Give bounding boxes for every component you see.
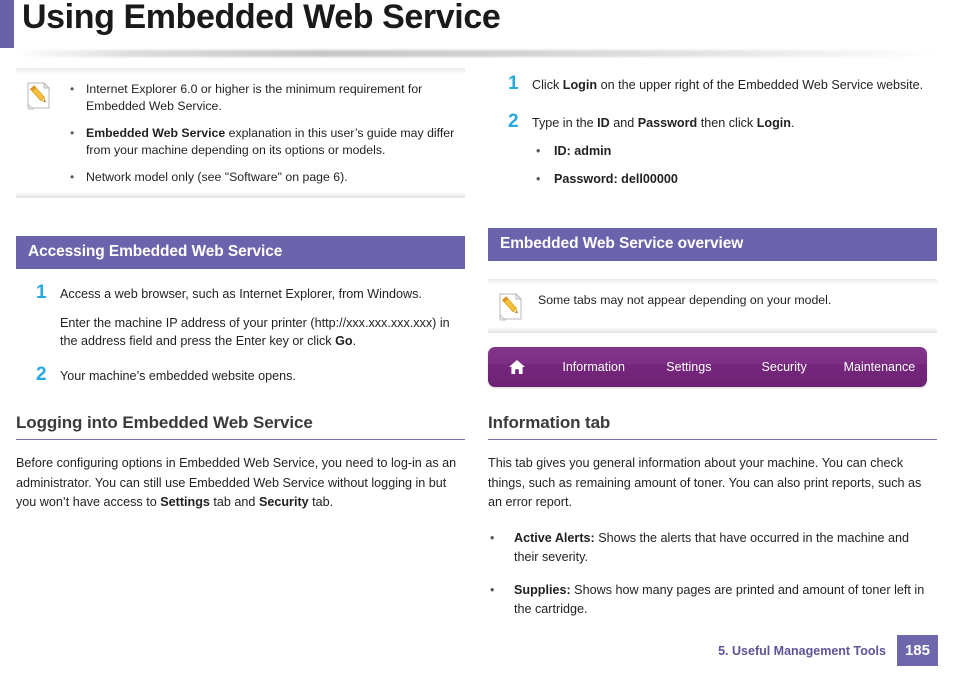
list-item-text: Shows how many pages are printed and amo…	[514, 582, 925, 616]
note-emphasis: Embedded Web Service	[86, 126, 226, 140]
paragraph-part: tab and	[209, 495, 259, 509]
ews-tab-bar: Information Settings Security Maintenanc…	[488, 347, 927, 387]
section-heading-accessing: Accessing Embedded Web Service	[16, 236, 465, 269]
credential-item-password: • Password: dell00000	[532, 170, 937, 188]
list-item-label: Active Alerts:	[514, 530, 595, 545]
step-text-part: then click	[697, 115, 757, 130]
bullet-glyph: •	[536, 172, 541, 186]
step-text-bold: Go	[335, 334, 353, 348]
information-feature-list: • Active Alerts: Shows the alerts that h…	[488, 529, 937, 619]
home-icon[interactable]	[488, 359, 546, 375]
list-item: • Active Alerts: Shows the alerts that h…	[488, 529, 937, 567]
note-item: • Embedded Web Service explanation in th…	[64, 125, 461, 159]
ews-tab-security[interactable]: Security	[737, 360, 832, 374]
ews-tab-maintenance[interactable]: Maintenance	[832, 360, 927, 374]
step-number: 2	[36, 363, 47, 385]
steps-accessing: 1 Access a web browser, such as Internet…	[16, 282, 465, 386]
footer-page-number: 185	[896, 635, 938, 666]
sub-heading-logging-in: Logging into Embedded Web Service	[16, 413, 465, 440]
section-heading-overview: Embedded Web Service overview	[488, 228, 937, 261]
note-pencil-icon	[498, 292, 524, 321]
step-text: Click Login on the upper right of the Em…	[532, 76, 937, 95]
note-item-text: Network model only (see "Software" on pa…	[86, 170, 348, 184]
bullet-glyph: •	[70, 170, 75, 184]
step-item: 2 Type in the ID and Password then click…	[488, 110, 937, 189]
step-number: 1	[36, 282, 47, 303]
ews-tab-settings[interactable]: Settings	[641, 360, 736, 374]
step-text: Access a web browser, such as Internet E…	[60, 287, 422, 301]
note-item: • Internet Explorer 6.0 or higher is the…	[64, 81, 461, 115]
credential-text: Password: dell00000	[554, 172, 678, 186]
credential-list: • ID: admin • Password: dell00000	[532, 142, 937, 188]
note-item: • Network model only (see "Software" on …	[64, 169, 461, 186]
step-number: 2	[508, 110, 519, 132]
note-box-tabs: Some tabs may not appear depending on yo…	[488, 279, 937, 333]
step-number: 1	[508, 73, 519, 94]
note-text: Some tabs may not appear depending on yo…	[538, 293, 832, 307]
title-accent-bar	[0, 0, 14, 48]
note-bullet-list: • Internet Explorer 6.0 or higher is the…	[64, 81, 461, 186]
step-text: Your machine’s embedded website opens.	[60, 368, 296, 383]
bullet-glyph: •	[70, 82, 75, 96]
page-footer: 5. Useful Management Tools 185	[718, 635, 938, 666]
steps-login: 1 Click Login on the upper right of the …	[488, 73, 937, 189]
left-column: • Internet Explorer 6.0 or higher is the…	[16, 68, 465, 513]
note-item-text: Internet Explorer 6.0 or higher is the m…	[86, 82, 423, 113]
bullet-glyph: •	[490, 530, 495, 545]
step-text-part: Enter the machine IP address of your pri…	[60, 315, 450, 349]
step-text-bold: ID	[597, 115, 610, 130]
step-text: Type in the ID and Password then click L…	[532, 114, 937, 133]
step-text-secondary: Enter the machine IP address of your pri…	[60, 314, 465, 351]
bullet-glyph: •	[536, 144, 541, 158]
step-text-bold: Login	[562, 78, 598, 92]
credential-item-id: • ID: admin	[532, 142, 937, 160]
page-header: Using Embedded Web Service	[0, 0, 954, 58]
right-column: 1 Click Login on the upper right of the …	[488, 68, 937, 633]
step-text-part: Click	[532, 78, 563, 92]
step-text-part: on the upper right of the Embedded Web S…	[597, 78, 924, 92]
step-text-part: .	[791, 115, 795, 130]
ews-tab-information[interactable]: Information	[546, 360, 641, 374]
paragraph-information-tab: This tab gives you general information a…	[488, 456, 922, 509]
list-item: • Supplies: Shows how many pages are pri…	[488, 581, 937, 619]
note-content: Some tabs may not appear depending on yo…	[536, 291, 933, 309]
page-title: Using Embedded Web Service	[22, 0, 501, 36]
paragraph-logging-in: Before configuring options in Embedded W…	[16, 454, 465, 513]
step-item: 1 Click Login on the upper right of the …	[488, 73, 937, 95]
note-item-text: Embedded Web Service explanation in this…	[86, 126, 454, 157]
sub-heading-information-tab: Information tab	[488, 413, 937, 440]
paragraph-bold: Settings	[160, 495, 210, 509]
step-item: 2 Your machine’s embedded website opens.	[16, 363, 465, 386]
step-text-bold: Password	[637, 115, 698, 130]
step-text-part: .	[352, 334, 357, 348]
paragraph-bold: Security	[258, 495, 309, 509]
note-content: • Internet Explorer 6.0 or higher is the…	[64, 80, 461, 186]
bullet-glyph: •	[70, 126, 75, 140]
header-divider-shadow	[16, 50, 938, 57]
footer-chapter-label: 5. Useful Management Tools	[718, 643, 886, 658]
note-box-requirements: • Internet Explorer 6.0 or higher is the…	[16, 68, 465, 198]
step-text-part: and	[609, 115, 638, 130]
bullet-glyph: •	[490, 582, 495, 597]
credential-text: ID: admin	[554, 144, 612, 158]
step-item: 1 Access a web browser, such as Internet…	[16, 282, 465, 351]
note-pencil-icon	[26, 81, 52, 110]
step-text-part: Type in the	[532, 115, 598, 130]
list-item-label: Supplies:	[514, 582, 571, 597]
step-text-bold: Login	[756, 115, 791, 130]
paragraph-part: tab.	[308, 495, 334, 509]
